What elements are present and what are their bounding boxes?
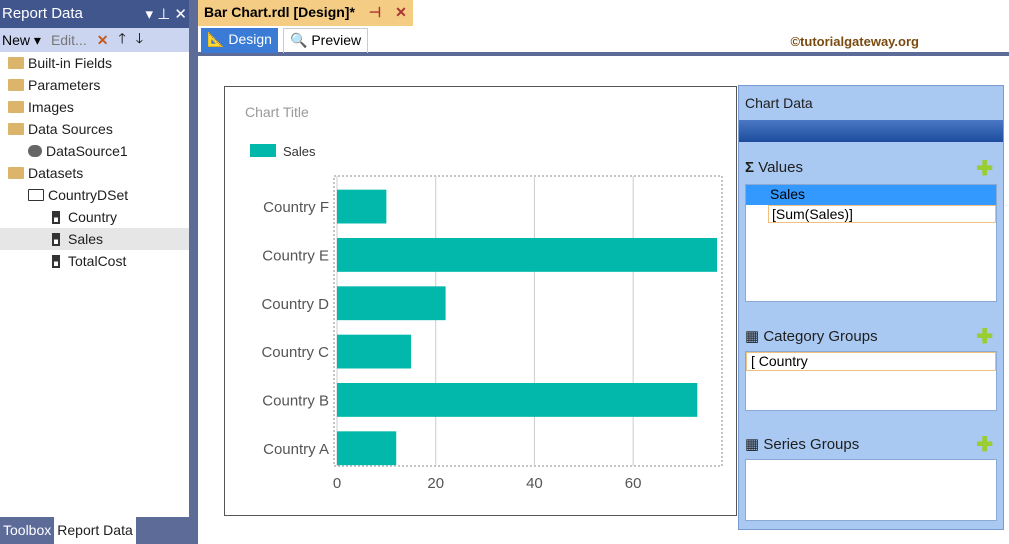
x-tick-label: 20 xyxy=(427,475,444,492)
tree-item[interactable]: Sales xyxy=(0,228,189,250)
tree-item[interactable]: Parameters xyxy=(0,74,189,96)
folder-icon xyxy=(8,123,24,135)
chart-data-toolbar xyxy=(739,120,1003,142)
values-box: Sales [Sum(Sales)] xyxy=(745,184,997,302)
legend-label: Sales xyxy=(283,144,316,159)
move-down-icon[interactable]: 🡓 xyxy=(136,28,143,52)
series-label: Series Groups xyxy=(763,436,860,453)
bar xyxy=(337,286,446,321)
dataset-icon xyxy=(28,189,44,201)
folder-icon xyxy=(8,167,24,179)
tree-item-label: Data Sources xyxy=(28,121,113,137)
tree-item-label: Datasets xyxy=(28,165,84,181)
new-button[interactable]: New ▾ xyxy=(2,32,41,49)
folder-icon xyxy=(8,57,24,69)
x-tick-label: 60 xyxy=(625,475,642,492)
tab-design[interactable]: 📐 Design xyxy=(201,28,278,53)
folder-icon xyxy=(8,79,24,91)
values-label: Values xyxy=(758,159,803,176)
new-label: New xyxy=(2,31,31,48)
category-label: Country C xyxy=(261,344,329,361)
design-label: Design xyxy=(228,31,272,47)
category-label: Category Groups xyxy=(763,328,878,345)
move-up-icon[interactable]: 🡑 xyxy=(118,28,125,52)
values-header: Σ Values xyxy=(745,159,803,176)
tree-item[interactable]: Data Sources xyxy=(0,118,189,140)
panel-toolbar: New ▾ Edit... ✕ 🡑 🡓 xyxy=(0,28,189,52)
chart-title: Chart Title xyxy=(245,104,309,120)
panel-title-text: Report Data xyxy=(2,5,83,22)
field-icon xyxy=(52,211,60,224)
chart-data-pane: Chart Data Σ Values ✚ Sales [Sum(Sales)]… xyxy=(738,85,1004,530)
category-label: Country E xyxy=(262,248,329,265)
chart-svg: Chart Title Sales 0 20 40 60 Country F Country … xyxy=(245,104,723,492)
category-groups-header: ▦ Category Groups xyxy=(745,328,878,345)
tree-item[interactable]: Country xyxy=(0,206,189,228)
edit-button[interactable]: Edit... xyxy=(51,32,87,48)
category-label: Country F xyxy=(263,199,329,216)
bar-chart[interactable]: Chart Title Sales 0 20 40 60 Country F Country … xyxy=(224,86,737,516)
category-item-country[interactable]: [ Country xyxy=(746,352,996,371)
document-area: Bar Chart.rdl [Design]* ⊣ ✕ 📐 Design 🔍 Pre… xyxy=(198,0,1009,544)
tree-item-label: Parameters xyxy=(28,77,101,93)
field-icon xyxy=(52,233,60,246)
tree-item-label: Images xyxy=(28,99,74,115)
series-groups-header: ▦ Series Groups xyxy=(745,436,860,453)
preview-label: Preview xyxy=(311,32,362,48)
value-item-sales[interactable]: Sales xyxy=(746,185,996,205)
tree-item[interactable]: DataSource1 xyxy=(0,140,189,162)
watermark-credit: ©tutorialgateway.org xyxy=(790,34,919,49)
document-tab-title: Bar Chart.rdl [Design]* xyxy=(204,4,355,20)
pin-icon[interactable]: ⊣ xyxy=(369,4,381,22)
tree-item-label: Country xyxy=(68,209,118,225)
category-item-label: Country xyxy=(758,353,808,369)
category-label: Country D xyxy=(261,296,329,313)
bar xyxy=(337,383,698,417)
x-tick-label: 0 xyxy=(333,475,341,492)
design-canvas: Chart Title Sales 0 20 40 60 Country F Country … xyxy=(198,60,1009,544)
pin-close-icons[interactable]: ▾ ⊥ ✕ xyxy=(146,5,188,23)
tree-item-label: CountryDSet xyxy=(48,187,129,203)
category-label: Country A xyxy=(263,441,329,458)
tree-item[interactable]: Built-in Fields xyxy=(0,52,189,74)
add-series-icon[interactable]: ✚ xyxy=(976,432,993,457)
category-groups-box: [ Country xyxy=(745,351,997,411)
x-tick-label: 40 xyxy=(526,475,543,492)
bar xyxy=(337,238,718,272)
value-expression[interactable]: [Sum(Sales)] xyxy=(768,205,996,223)
bottom-tabs: Toolbox Report Data xyxy=(0,517,189,544)
bar xyxy=(337,334,412,369)
tree-item[interactable]: Images xyxy=(0,96,189,118)
tab-toolbox[interactable]: Toolbox xyxy=(0,517,54,544)
plot-area xyxy=(333,175,723,467)
series-groups-box xyxy=(745,459,997,521)
document-tab[interactable]: Bar Chart.rdl [Design]* ⊣ ✕ xyxy=(198,0,413,26)
category-label: Country B xyxy=(262,393,329,410)
tree-item-label: Sales xyxy=(68,231,104,247)
chart-data-title: Chart Data xyxy=(745,95,813,111)
tree-item[interactable]: CountryDSet xyxy=(0,184,189,206)
close-icon[interactable]: ✕ xyxy=(395,4,407,22)
folder-icon xyxy=(8,101,24,113)
bar xyxy=(337,431,397,466)
field-icon xyxy=(52,255,60,268)
tree-item[interactable]: Datasets xyxy=(0,162,189,184)
add-category-icon[interactable]: ✚ xyxy=(976,324,993,349)
add-value-icon[interactable]: ✚ xyxy=(976,156,993,181)
tree-item-label: DataSource1 xyxy=(46,143,128,159)
report-data-panel: Report Data ▾ ⊥ ✕ New ▾ Edit... ✕ 🡑 🡓 Bui… xyxy=(0,0,189,544)
panel-title: Report Data ▾ ⊥ ✕ xyxy=(0,0,189,28)
report-data-tree: Built-in Fields Parameters Images Data Sour… xyxy=(0,52,189,272)
tab-preview[interactable]: 🔍 Preview xyxy=(283,28,369,53)
legend-swatch xyxy=(250,144,276,157)
tab-report-data[interactable]: Report Data xyxy=(54,517,136,544)
delete-icon[interactable]: ✕ xyxy=(97,32,109,49)
tree-item-label: Built-in Fields xyxy=(28,55,113,71)
datasource-icon xyxy=(28,145,42,157)
tree-item-label: TotalCost xyxy=(68,253,127,269)
tree-item[interactable]: TotalCost xyxy=(0,250,189,272)
bar xyxy=(337,189,387,224)
view-tabs: 📐 Design 🔍 Preview ©tutorialgateway.org xyxy=(198,26,1009,56)
